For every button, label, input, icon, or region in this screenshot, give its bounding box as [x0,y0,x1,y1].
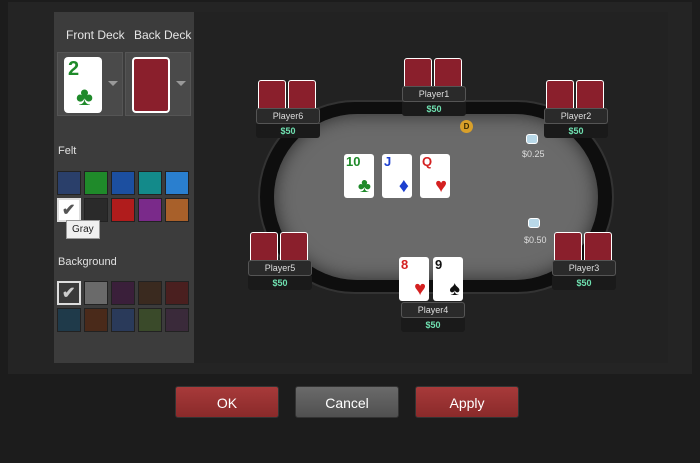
dealer-button-icon: D [460,120,473,133]
player-stack: $50 [401,318,465,332]
felt-label: Felt [58,145,77,157]
player-stack: $50 [248,276,312,290]
player-stack: $50 [402,102,466,116]
board-card: 10 ♣ [344,154,374,198]
suit-icon: ♣ [357,175,371,197]
card-rank: J [384,154,392,169]
bet-big-label: $0.50 [524,235,547,245]
felt-swatch[interactable] [84,171,108,195]
ok-button[interactable]: OK [175,386,279,418]
suit-icon: ♥ [435,175,447,197]
felt-swatch[interactable] [111,171,135,195]
felt-swatch[interactable]: ✔ [57,198,81,222]
player-name: Player6 [256,108,320,124]
board-card: J ♦ [382,154,412,198]
player-stack: $50 [544,124,608,138]
card-rank: 8 [401,257,409,272]
background-swatch[interactable] [138,281,162,305]
cancel-button[interactable]: Cancel [295,386,399,418]
card-rank: Q [422,154,433,169]
background-swatch[interactable] [84,281,108,305]
background-swatch[interactable] [111,281,135,305]
player-name: Player1 [402,86,466,102]
back-deck-label: Back Deck [134,28,192,42]
chevron-down-icon [176,81,186,86]
felt-swatch[interactable] [84,198,108,222]
background-swatch[interactable] [84,308,108,332]
hero-card: 8 ♥ [399,257,429,301]
felt-swatch[interactable] [111,198,135,222]
player-stack: $50 [256,124,320,138]
board-card: Q ♥ [420,154,450,198]
player-name: Player3 [552,260,616,276]
back-deck-preview-card [132,57,170,113]
suit-icon: ♠ [449,278,460,300]
felt-swatch[interactable] [138,198,162,222]
felt-swatch[interactable] [57,171,81,195]
front-deck-preview-card: 2 ♣ [64,57,102,113]
club-icon: ♣ [76,81,94,111]
checkmark-icon: ✔ [62,202,76,219]
felt-swatch[interactable] [165,171,189,195]
player-name: Player4 [401,302,465,318]
chevron-down-icon [108,81,118,86]
felt-swatch[interactable] [165,198,189,222]
chip-icon [528,218,540,228]
front-deck-label: Front Deck [66,28,125,42]
bet-small-label: $0.25 [522,149,545,159]
suit-icon: ♦ [398,175,409,197]
back-deck-select[interactable] [125,52,191,116]
apply-button[interactable]: Apply [415,386,519,418]
player-name: Player5 [248,260,312,276]
background-label: Background [58,256,117,268]
chip-icon [526,134,538,144]
preview-rank: 2 [68,58,80,80]
card-rank: 9 [435,257,443,272]
background-swatch[interactable] [165,308,189,332]
settings-panel: Front Deck Back Deck 2 ♣ Felt ✔ Backgrou… [54,12,194,363]
background-swatch[interactable] [111,308,135,332]
felt-swatch[interactable] [138,171,162,195]
hero-card: 9 ♠ [433,257,463,301]
player-stack: $50 [552,276,616,290]
suit-icon: ♥ [414,278,426,300]
background-swatch[interactable] [165,281,189,305]
front-deck-select[interactable]: 2 ♣ [57,52,123,116]
card-rank: 10 [346,154,361,169]
background-swatch[interactable] [57,308,81,332]
checkmark-icon: ✔ [62,285,76,302]
table-preview: Player1 $50 Player2 $50 Player3 $50 Play… [194,12,668,363]
background-swatch[interactable]: ✔ [57,281,81,305]
player-name: Player2 [544,108,608,124]
table-settings-dialog: Front Deck Back Deck 2 ♣ Felt ✔ Backgrou… [8,2,692,418]
felt-tooltip: Gray [66,220,100,239]
background-swatch[interactable] [138,308,162,332]
